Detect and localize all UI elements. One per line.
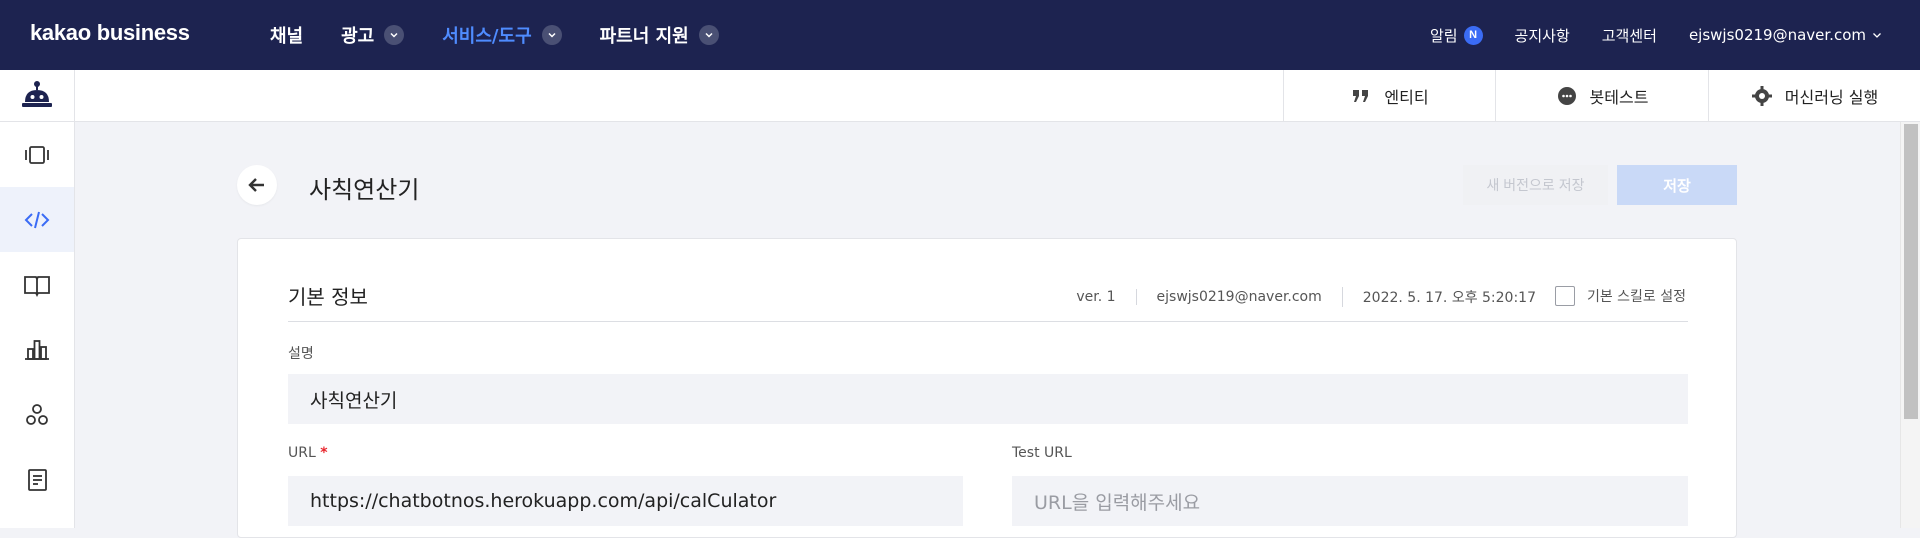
save-button[interactable]: 저장 (1617, 165, 1737, 205)
section-title: 기본 정보 (288, 285, 368, 309)
menu-item-ads[interactable]: 광고 (341, 22, 405, 48)
divider (288, 321, 1688, 322)
menu-item-label: 파트너 지원 (599, 26, 689, 47)
menu-item-services-tools[interactable]: 서비스/도구 (442, 22, 562, 48)
kakao-business-logo[interactable]: kakao business (30, 20, 190, 46)
chatbot-robot-icon[interactable] (0, 70, 74, 122)
sidebar-item-skill[interactable] (0, 187, 74, 252)
alarm-link[interactable]: 알림 N (1430, 25, 1483, 46)
sidebar-item-analytics[interactable] (0, 317, 74, 382)
arrow-left-icon (248, 178, 264, 192)
url-label-text: URL (288, 445, 316, 461)
description-input[interactable]: 사칙연산기 (288, 374, 1688, 424)
sidebar-item-knowledge[interactable] (0, 252, 74, 317)
page-title: 사칙연산기 (309, 176, 420, 204)
document-icon (28, 468, 47, 491)
menu-item-label: 서비스/도구 (442, 26, 532, 47)
account-menu[interactable]: ejswjs0219@naver.com (1689, 26, 1882, 44)
chevron-down-icon (698, 25, 719, 45)
notice-link[interactable]: 공지사항 (1515, 25, 1570, 46)
required-mark: * (320, 445, 328, 461)
code-icon (24, 211, 50, 228)
customer-center-link[interactable]: 고객센터 (1602, 25, 1657, 46)
basic-info-card: 기본 정보 ver. 1 ejswjs0219@naver.com 2022. … (237, 238, 1737, 538)
bot-test-button[interactable]: 봇테스트 (1495, 70, 1708, 122)
bot-test-label: 봇테스트 (1589, 88, 1649, 107)
description-label: 설명 (288, 346, 314, 362)
date-text: 2022. 5. 17. 오후 5:20:17 (1341, 287, 1556, 307)
default-skill-checkbox[interactable]: 기본 스킬로 설정 (1554, 286, 1686, 306)
sidebar-item-scenario[interactable] (0, 122, 74, 187)
chat-bubble-icon (1557, 87, 1576, 105)
alarm-label: 알림 (1429, 26, 1458, 45)
machine-learning-label: 머신러닝 실행 (1784, 88, 1879, 107)
test-url-label: Test URL (1012, 445, 1072, 461)
scrollbar-thumb[interactable] (1904, 124, 1918, 419)
utility-nav: 알림 N 공지사항 고객센터 ejswjs0219@naver.com (1430, 0, 1882, 70)
machine-learning-button[interactable]: 머신러닝 실행 (1708, 70, 1920, 122)
sidebar-item-logs[interactable] (0, 447, 74, 512)
url-label: URL * (288, 445, 328, 461)
sub-toolbar: 엔티티 봇테스트 머신러닝 실행 (75, 70, 1920, 122)
back-button[interactable] (237, 165, 277, 205)
default-skill-label: 기본 스킬로 설정 (1586, 289, 1686, 305)
gear-icon (1751, 86, 1772, 106)
scenario-icon (25, 145, 49, 164)
entity-button[interactable]: 엔티티 (1283, 70, 1495, 122)
sidebar-item-hub[interactable] (0, 382, 74, 447)
save-new-version-button[interactable]: 새 버전으로 저장 (1463, 165, 1608, 205)
sidebar (0, 70, 75, 528)
menu-item-label: 채널 (270, 26, 304, 47)
chevron-down-icon (541, 25, 562, 45)
url-input[interactable]: https://chatbotnos.herokuapp.com/api/cal… (288, 476, 963, 526)
test-url-input[interactable]: URL을 입력해주세요 (1012, 476, 1688, 526)
account-email: ejswjs0219@naver.com (1688, 26, 1866, 44)
quote-icon (1353, 90, 1369, 102)
menu-item-partner-support[interactable]: 파트너 지원 (600, 22, 719, 48)
chevron-down-icon (1873, 33, 1881, 38)
main-menu: 채널 광고 서비스/도구 파트너 지원 (270, 0, 757, 70)
chevron-down-icon (384, 25, 405, 45)
skill-meta: ver. 1 ejswjs0219@naver.com 2022. 5. 17.… (1056, 287, 1556, 307)
author-text: ejswjs0219@naver.com (1135, 289, 1342, 305)
top-navigation: kakao business 채널 광고 서비스/도구 파트너 지원 알림 N … (0, 0, 1920, 70)
bar-chart-icon (25, 339, 49, 360)
checkbox-box[interactable] (1554, 286, 1575, 306)
network-icon (26, 403, 48, 425)
book-icon (24, 275, 50, 297)
version-text: ver. 1 (1076, 289, 1116, 305)
menu-item-channel[interactable]: 채널 (270, 22, 303, 48)
entity-label: 엔티티 (1384, 88, 1429, 107)
menu-item-label: 광고 (341, 26, 375, 47)
scrollbar[interactable] (1900, 122, 1920, 528)
new-badge: N (1463, 25, 1483, 45)
